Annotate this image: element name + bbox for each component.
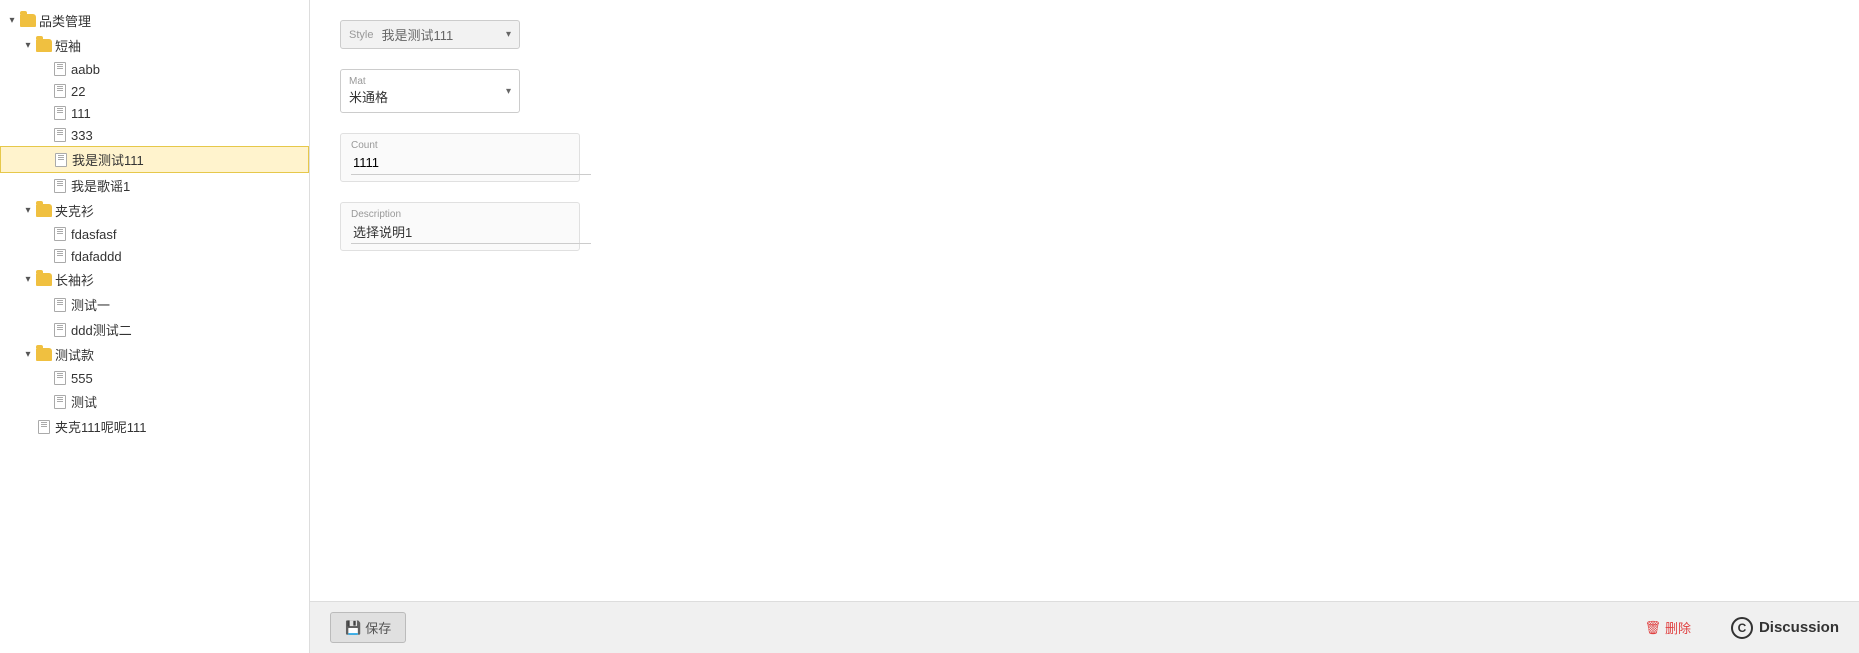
- tree-item-测试[interactable]: 测试: [0, 389, 309, 414]
- tree-item-label: fdasfasf: [71, 227, 117, 242]
- tree-item-label: 夹克111呢呢111: [55, 417, 147, 436]
- save-icon: 💾: [345, 620, 361, 636]
- count-field-group: Count: [340, 133, 1829, 182]
- toggle-icon[interactable]: ▾: [22, 274, 34, 286]
- sidebar: ▾ 品类管理 ▾ 短袖 aabb 22 111 333 我是测试111 我是歌谣1 ▾ 夹克衫 fdas…: [0, 0, 310, 653]
- tree-item-我是测试111[interactable]: 我是测试111: [0, 146, 309, 173]
- tree-item-label: 22: [71, 84, 85, 99]
- folder-icon: [36, 38, 52, 54]
- discussion-area: C Discussion: [1731, 617, 1839, 639]
- delete-icon: 🗑: [1644, 620, 1661, 636]
- doc-icon: [52, 105, 68, 121]
- doc-icon: [52, 83, 68, 99]
- folder-icon: [36, 272, 52, 288]
- toggle-icon[interactable]: ▾: [22, 205, 34, 217]
- tree-item-22[interactable]: 22: [0, 80, 309, 102]
- chevron-down-icon: ▾: [506, 29, 511, 40]
- chevron-down-icon: ▾: [506, 86, 511, 97]
- tree-item-label: 短袖: [55, 36, 81, 55]
- tree-item-555[interactable]: 555: [0, 367, 309, 389]
- doc-icon: [52, 370, 68, 386]
- toggle-icon[interactable]: ▾: [6, 15, 18, 27]
- tree-item-夹克衫[interactable]: ▾ 夹克衫: [0, 198, 309, 223]
- main-content: Style 我是测试111 ▾ Mat 米通格 ▾ Count: [310, 0, 1859, 653]
- style-label: Style: [349, 29, 373, 41]
- tree-item-label: 555: [71, 371, 93, 386]
- tree-item-root[interactable]: ▾ 品类管理: [0, 8, 309, 33]
- mat-select[interactable]: Mat 米通格 ▾: [340, 69, 520, 113]
- description-input[interactable]: [351, 220, 591, 244]
- tree-item-label: 测试一: [71, 295, 110, 314]
- doc-icon: [52, 394, 68, 410]
- tree-item-label: 测试款: [55, 345, 94, 364]
- tree-item-label: 111: [71, 106, 91, 121]
- doc-icon: [52, 322, 68, 338]
- doc-icon: [52, 297, 68, 313]
- description-box: Description: [340, 202, 580, 251]
- save-button[interactable]: 💾 保存: [330, 612, 406, 643]
- tree-item-label: 长袖衫: [55, 270, 94, 289]
- toggle-icon[interactable]: ▾: [22, 349, 34, 361]
- tree-item-label: 我是歌谣1: [71, 176, 130, 195]
- tree-item-111[interactable]: 111: [0, 102, 309, 124]
- doc-icon: [52, 226, 68, 242]
- tree-item-fdafaddd[interactable]: fdafaddd: [0, 245, 309, 267]
- tree-item-fdasfasf[interactable]: fdasfasf: [0, 223, 309, 245]
- tree-item-333[interactable]: 333: [0, 124, 309, 146]
- tree-item-label: fdafaddd: [71, 249, 122, 264]
- folder-icon: [36, 347, 52, 363]
- style-value: 我是测试111: [381, 25, 506, 44]
- doc-icon: [36, 419, 52, 435]
- doc-icon: [52, 178, 68, 194]
- tree-item-夹克111呢呢111[interactable]: 夹克111呢呢111: [0, 414, 309, 439]
- tree-item-短袖[interactable]: ▾ 短袖: [0, 33, 309, 58]
- delete-label: 删除: [1665, 618, 1691, 637]
- doc-icon: [53, 152, 69, 168]
- description-label: Description: [351, 209, 569, 220]
- count-input[interactable]: [351, 151, 591, 175]
- delete-button[interactable]: 🗑 删除: [1644, 618, 1691, 637]
- style-select[interactable]: Style 我是测试111 ▾: [340, 20, 520, 49]
- tree-item-ddd测试二[interactable]: ddd测试二: [0, 317, 309, 342]
- tree-item-aabb[interactable]: aabb: [0, 58, 309, 80]
- form-area: Style 我是测试111 ▾ Mat 米通格 ▾ Count: [310, 0, 1859, 601]
- tree-item-长袖衫[interactable]: ▾ 长袖衫: [0, 267, 309, 292]
- doc-icon: [52, 248, 68, 264]
- tree-item-label: ddd测试二: [71, 320, 132, 339]
- doc-icon: [52, 61, 68, 77]
- folder-icon: [36, 203, 52, 219]
- mat-value: 米通格: [349, 90, 388, 105]
- doc-icon: [52, 127, 68, 143]
- tree-item-测试款[interactable]: ▾ 测试款: [0, 342, 309, 367]
- description-field-group: Description: [340, 202, 1829, 251]
- toggle-icon[interactable]: ▾: [22, 40, 34, 52]
- tree-item-label: 333: [71, 128, 93, 143]
- style-field-group: Style 我是测试111 ▾: [340, 20, 1829, 49]
- tree-item-测试一[interactable]: 测试一: [0, 292, 309, 317]
- tree-item-label: aabb: [71, 62, 100, 77]
- mat-label: Mat: [349, 76, 506, 87]
- tree-item-我是歌谣1[interactable]: 我是歌谣1: [0, 173, 309, 198]
- count-box: Count: [340, 133, 580, 182]
- count-label: Count: [351, 140, 569, 151]
- tree-item-label: 测试: [71, 392, 97, 411]
- footer-bar: 💾 保存 🗑 删除 C Discussion: [310, 601, 1859, 653]
- tree-item-label: 我是测试111: [72, 150, 144, 169]
- save-label: 保存: [365, 618, 391, 637]
- folder-icon: [20, 13, 36, 29]
- tree-item-label: 品类管理: [39, 11, 91, 30]
- discussion-icon: C: [1731, 617, 1753, 639]
- tree-item-label: 夹克衫: [55, 201, 94, 220]
- discussion-label: Discussion: [1759, 619, 1839, 636]
- mat-field-group: Mat 米通格 ▾: [340, 69, 1829, 113]
